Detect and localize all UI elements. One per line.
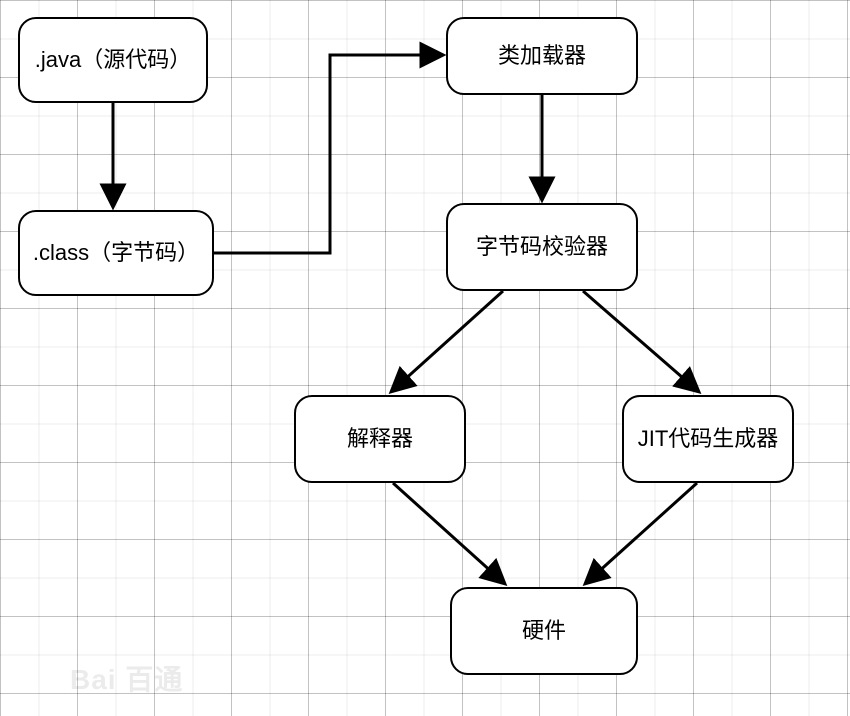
grid-background <box>0 0 850 716</box>
diagram-canvas: .java（源代码） .class（字节码） 类加载器 字节码校验器 解释器 J… <box>0 0 850 716</box>
node-class-bytecode: .class（字节码） <box>18 210 214 296</box>
node-java-source: .java（源代码） <box>18 17 208 103</box>
node-label: 字节码校验器 <box>476 232 608 262</box>
node-hardware: 硬件 <box>450 587 638 675</box>
node-class-loader: 类加载器 <box>446 17 638 95</box>
node-label: .class（字节码） <box>33 238 199 268</box>
node-label: .java（源代码） <box>35 45 191 75</box>
node-label: JIT代码生成器 <box>638 424 779 454</box>
node-jit-generator: JIT代码生成器 <box>622 395 794 483</box>
watermark: Bai 百通 <box>70 658 183 698</box>
node-label: 类加载器 <box>498 41 586 71</box>
node-label: 解释器 <box>347 424 413 454</box>
node-label: 硬件 <box>522 616 566 646</box>
node-bytecode-verifier: 字节码校验器 <box>446 203 638 291</box>
node-interpreter: 解释器 <box>294 395 466 483</box>
